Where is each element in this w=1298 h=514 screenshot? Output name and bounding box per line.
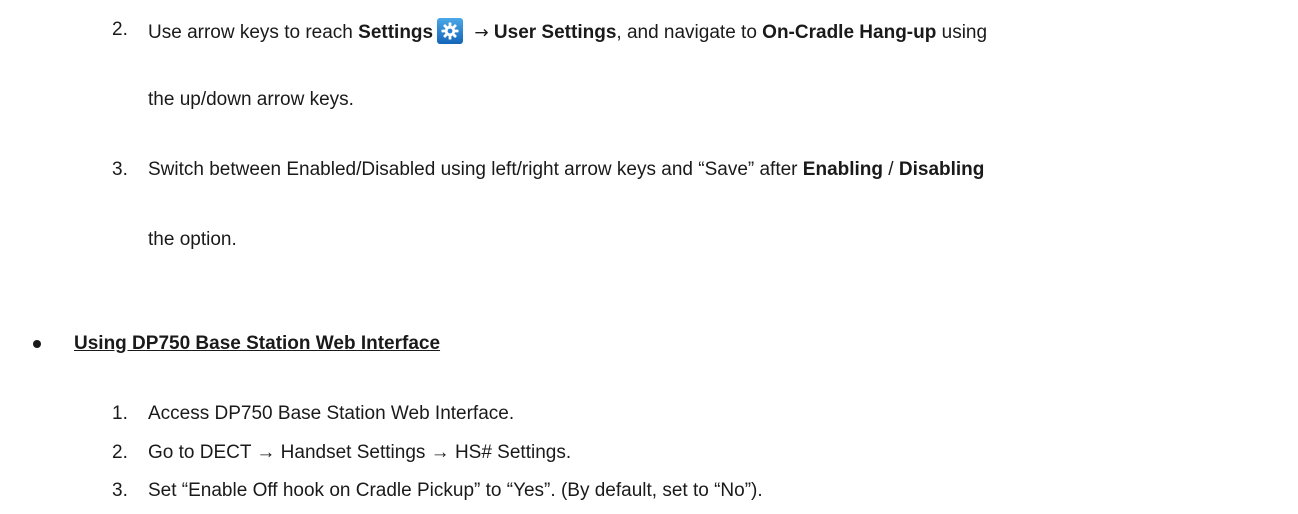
step-text: Switch between Enabled/Disabled using le… <box>148 158 984 182</box>
enabling-label: Enabling <box>802 159 884 180</box>
disabling-label: Disabling <box>898 159 985 180</box>
user-settings-label: User Settings <box>493 22 617 43</box>
step-text: Go to DECT → Handset Settings → HS# Sett… <box>148 442 572 463</box>
step-text-part: , and navigate to <box>616 22 763 43</box>
step-continuation: the up/down arrow keys. <box>148 89 354 110</box>
step-text-part: Use arrow keys to reach <box>148 22 359 43</box>
section-title: Using DP750 Base Station Web Interface <box>74 333 441 354</box>
step-number: 1. <box>112 403 128 424</box>
settings-label: Settings <box>358 22 434 43</box>
step-text-part: using <box>936 22 988 43</box>
arrow-icon: → <box>474 23 489 43</box>
step-number: 2. <box>112 19 128 40</box>
step-text: Use arrow keys to reach Settings → User … <box>148 18 987 45</box>
step-continuation: the option. <box>148 229 237 250</box>
step-text-part: Switch between Enabled/Disabled using le… <box>148 159 803 180</box>
step-text: Access DP750 Base Station Web Interface. <box>148 403 515 424</box>
settings-gear-icon <box>437 18 464 44</box>
step-number: 3. <box>112 480 128 501</box>
step-text: Set “Enable Off hook on Cradle Pickup” t… <box>148 480 763 501</box>
on-cradle-label: On-Cradle Hang-up <box>762 22 937 43</box>
step-number: 3. <box>112 159 128 180</box>
step-number: 2. <box>112 442 128 463</box>
step-text-part: / <box>883 159 899 180</box>
bullet-icon <box>33 340 41 348</box>
